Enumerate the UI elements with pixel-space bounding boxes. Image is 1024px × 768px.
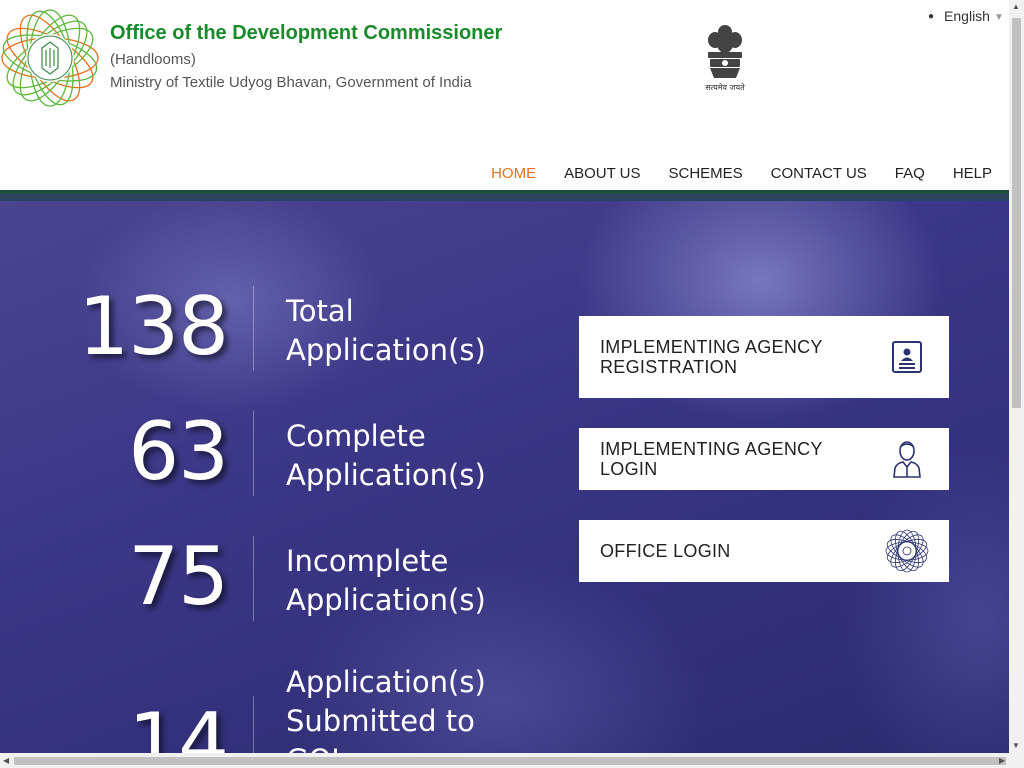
stat-total: 138 Total Application(s)	[0, 282, 520, 376]
ministry-name: Ministry of Textile Udyog Bhavan, Govern…	[110, 74, 472, 91]
page-subtitle: (Handlooms)	[110, 51, 196, 68]
hero-banner: 138 Total Application(s) 63 Complete App…	[0, 201, 1009, 753]
vertical-scrollbar-thumb[interactable]	[1012, 18, 1021, 408]
stat-separator	[253, 536, 254, 621]
nav-faq[interactable]: FAQ	[895, 165, 925, 182]
implementing-agency-registration-button[interactable]: IMPLEMENTING AGENCY REGISTRATION	[579, 316, 949, 398]
language-selector[interactable]: ● English ▼	[928, 8, 1004, 24]
card-label: IMPLEMENTING AGENCY REGISTRATION	[600, 337, 823, 377]
office-emblem-icon	[885, 529, 929, 573]
stat-separator	[253, 411, 254, 496]
scroll-up-icon[interactable]: ▲	[1012, 2, 1020, 11]
scroll-right-icon[interactable]: ▶	[999, 756, 1005, 765]
language-selected: English	[944, 8, 990, 24]
stat-value: 63	[128, 405, 229, 498]
main-nav: HOME ABOUT US SCHEMES CONTACT US FAQ HEL…	[491, 165, 992, 182]
nav-help[interactable]: HELP	[953, 165, 992, 182]
stat-complete: 63 Complete Application(s)	[0, 407, 520, 501]
stat-submitted: 14 Application(s) Submitted to GOI	[0, 665, 520, 754]
card-label: IMPLEMENTING AGENCY LOGIN	[600, 439, 823, 479]
india-handloom-logo[interactable]	[0, 8, 100, 108]
card-label: OFFICE LOGIN	[600, 541, 731, 561]
emblem-caption: सत्यमेव जयते	[705, 82, 745, 92]
bullet-icon: ●	[928, 11, 935, 22]
nav-about-us[interactable]: ABOUT US	[564, 165, 640, 182]
scroll-down-icon[interactable]: ▼	[1012, 741, 1020, 750]
national-emblem-icon: सत्यमेव जयते	[705, 25, 745, 92]
nav-contact-us[interactable]: CONTACT US	[771, 165, 867, 182]
office-login-button[interactable]: OFFICE LOGIN	[579, 520, 949, 582]
page-title: Office of the Development Commissioner	[110, 22, 503, 44]
header-divider	[0, 190, 1009, 201]
implementing-agency-login-button[interactable]: IMPLEMENTING AGENCY LOGIN	[579, 428, 949, 490]
horizontal-scrollbar-thumb[interactable]	[14, 757, 1006, 765]
site-header: Office of the Development Commissioner (…	[0, 0, 1009, 192]
stat-label: Total Application(s)	[286, 294, 486, 367]
stat-value: 14	[128, 696, 229, 754]
stat-separator	[253, 286, 254, 371]
stat-separator	[253, 696, 254, 753]
nav-schemes[interactable]: SCHEMES	[668, 165, 742, 182]
stat-incomplete: 75 Incomplete Application(s)	[0, 532, 520, 626]
stat-value: 138	[78, 280, 229, 373]
stat-label: Complete Application(s)	[286, 419, 486, 492]
stat-value: 75	[128, 530, 229, 623]
user-icon	[885, 437, 929, 481]
stat-label: Application(s) Submitted to GOI	[286, 665, 486, 753]
registration-card-icon	[885, 335, 929, 379]
nav-home[interactable]: HOME	[491, 165, 536, 182]
scroll-left-icon[interactable]: ◀	[3, 756, 9, 765]
stat-label: Incomplete Application(s)	[286, 544, 486, 617]
chevron-down-icon: ▼	[993, 12, 1004, 23]
